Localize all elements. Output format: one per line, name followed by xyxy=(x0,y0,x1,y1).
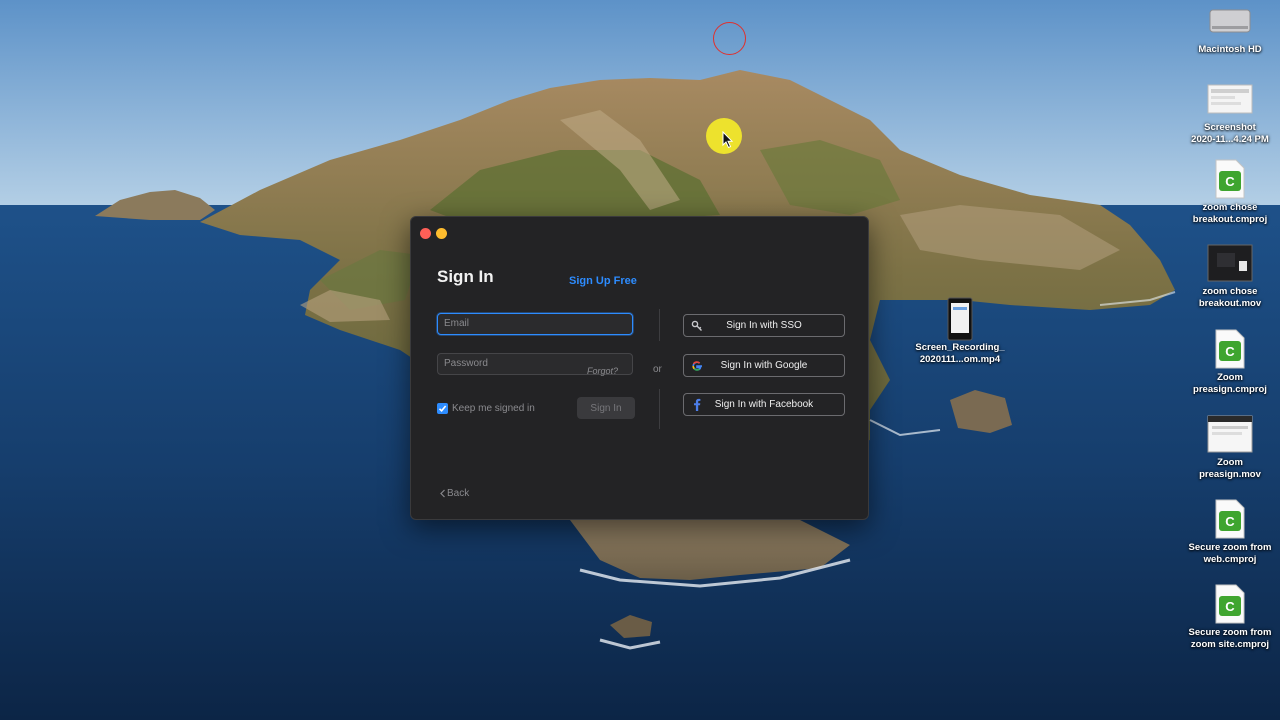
checkmark-icon xyxy=(438,405,447,412)
email-field[interactable]: Email xyxy=(437,313,633,335)
zoom-preasign-mov-icon[interactable]: Zoom preasign.mov xyxy=(1180,413,1280,481)
screenshot-thumbnail-icon xyxy=(1207,78,1253,120)
forgot-password-link[interactable]: Forgot? xyxy=(587,361,618,381)
zoom-chose-breakout-cmproj-icon[interactable]: C zoom chose breakout.cmproj xyxy=(1180,158,1280,226)
camtasia-project-icon: C xyxy=(1207,328,1253,370)
mouse-pointer-icon xyxy=(722,131,734,149)
google-label: Sign In with Google xyxy=(720,360,808,371)
zoom-signin-window: Sign In Sign Up Free Email Password Forg… xyxy=(410,216,869,520)
keep-signed-in-label: Keep me signed in xyxy=(452,403,535,414)
icon-label: zoom chose breakout.cmproj xyxy=(1192,202,1268,225)
or-label: or xyxy=(653,364,662,375)
password-placeholder: Password xyxy=(444,358,488,369)
icon-label: Secure zoom from zoom site.cmproj xyxy=(1188,627,1272,650)
camtasia-project-icon: C xyxy=(1207,158,1253,200)
facebook-label: Sign In with Facebook xyxy=(714,399,814,410)
sign-in-google-button[interactable]: Sign In with Google xyxy=(683,354,845,377)
svg-text:C: C xyxy=(1225,599,1235,614)
icon-label: Screen_Recording_ 2020111...om.mp4 xyxy=(915,342,1005,365)
icon-label: Secure zoom from web.cmproj xyxy=(1188,542,1272,565)
camtasia-project-icon: C xyxy=(1207,498,1253,540)
sign-in-facebook-button[interactable]: Sign In with Facebook xyxy=(683,393,845,416)
screen-recording-mp4-icon[interactable]: Screen_Recording_ 2020111...om.mp4 xyxy=(910,297,1010,366)
icon-label: zoom chose breakout.mov xyxy=(1198,286,1262,309)
sign-in-sso-button[interactable]: Sign In with SSO xyxy=(683,314,845,337)
movie-thumbnail-icon xyxy=(1207,242,1253,284)
icon-label: Macintosh HD xyxy=(1198,44,1262,55)
secure-zoom-web-cmproj-icon[interactable]: C Secure zoom from web.cmproj xyxy=(1180,498,1280,566)
annotation-circle xyxy=(713,22,746,55)
back-link[interactable]: Back xyxy=(439,488,469,499)
camtasia-project-icon: C xyxy=(1207,583,1253,625)
macintosh-hd-icon[interactable]: Macintosh HD xyxy=(1180,0,1280,56)
icon-label: Screenshot 2020-11...4.24 PM xyxy=(1191,122,1269,145)
sso-label: Sign In with SSO xyxy=(726,320,802,331)
facebook-icon xyxy=(690,398,703,411)
zoom-preasign-cmproj-icon[interactable]: C Zoom preasign.cmproj xyxy=(1180,328,1280,396)
close-window-button[interactable] xyxy=(420,228,431,239)
email-placeholder: Email xyxy=(444,318,470,329)
hard-drive-icon xyxy=(1207,0,1253,42)
movie-thumbnail-icon xyxy=(1207,413,1253,455)
zoom-chose-breakout-mov-icon[interactable]: zoom chose breakout.mov xyxy=(1180,242,1280,310)
divider xyxy=(659,309,660,341)
icon-label: Zoom preasign.mov xyxy=(1199,457,1261,480)
google-icon xyxy=(690,359,703,372)
minimize-window-button[interactable] xyxy=(436,228,447,239)
keep-signed-in-checkbox[interactable] xyxy=(437,403,448,414)
svg-text:C: C xyxy=(1225,514,1235,529)
svg-text:C: C xyxy=(1225,344,1235,359)
secure-zoom-site-cmproj-icon[interactable]: C Secure zoom from zoom site.cmproj xyxy=(1180,583,1280,651)
chevron-left-icon xyxy=(440,489,445,498)
key-icon xyxy=(690,319,703,332)
desktop: Macintosh HD Screenshot 2020-11...4.24 P… xyxy=(0,0,1280,720)
screenshot-file-icon[interactable]: Screenshot 2020-11...4.24 PM xyxy=(1180,78,1280,146)
svg-text:C: C xyxy=(1225,174,1235,189)
sign-up-free-link[interactable]: Sign Up Free xyxy=(569,275,637,287)
keep-signed-in-option[interactable]: Keep me signed in xyxy=(437,403,535,414)
sign-in-button[interactable]: Sign In xyxy=(577,397,635,419)
phone-video-icon xyxy=(937,297,983,341)
divider xyxy=(659,389,660,429)
back-label: Back xyxy=(447,488,470,499)
password-field[interactable]: Password Forgot? xyxy=(437,353,633,376)
page-title: Sign In xyxy=(437,267,494,286)
icon-label: Zoom preasign.cmproj xyxy=(1193,372,1267,395)
